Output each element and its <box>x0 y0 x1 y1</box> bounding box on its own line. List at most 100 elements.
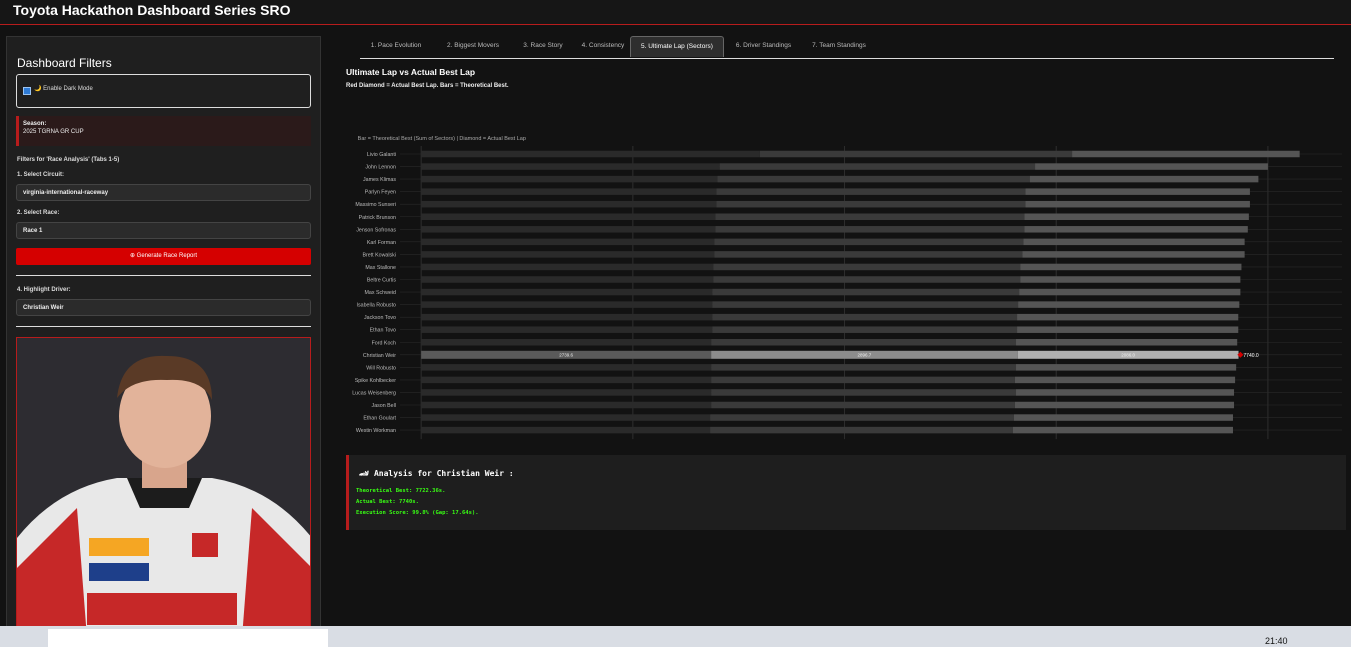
y-tick-label: Will Robusto <box>366 365 396 371</box>
y-tick-label: Westin Workman <box>356 428 396 434</box>
bar-segment <box>1029 175 1259 183</box>
circuit-select[interactable]: virginia-international-raceway <box>16 184 311 201</box>
tab-bar: 1. Pace Evolution 2. Biggest Movers 3. R… <box>360 36 1334 59</box>
y-tick-label: Max Stallone <box>365 265 396 271</box>
bar-segment <box>421 213 716 220</box>
tab-biggest-movers[interactable]: 2. Biggest Movers <box>433 36 513 57</box>
y-tick-label: Ethan Goulart <box>363 416 396 422</box>
divider <box>16 326 311 327</box>
bar-segment <box>713 263 1021 271</box>
driver-select[interactable]: Christian Weir <box>16 299 311 316</box>
bar-segment <box>421 426 711 434</box>
bar-segment <box>1019 288 1241 296</box>
bar-segment <box>715 213 1025 220</box>
bar-segment <box>421 401 712 409</box>
driver-photo <box>16 337 311 637</box>
app-header: Toyota Hackathon Dashboard Series SRO <box>0 0 1351 25</box>
tab-ultimate-lap[interactable]: 5. Ultimate Lap (Sectors) <box>630 36 724 57</box>
circuit-label: 1. Select Circuit: <box>17 172 65 178</box>
y-tick-label: Patrick Brunson <box>359 215 396 221</box>
bar-segment <box>1017 326 1239 333</box>
bar-segment <box>759 150 1073 158</box>
y-tick-label: Jackson Tovo <box>364 315 396 321</box>
tab-race-story[interactable]: 3. Race Story <box>514 36 572 57</box>
y-tick-label: Parlyn Feyen <box>365 190 396 196</box>
season-label: Season: <box>23 121 47 127</box>
y-tick-label: Christian Weir <box>363 353 396 359</box>
bar-segment <box>712 326 1018 333</box>
os-taskbar: 21:40 <box>0 626 1351 647</box>
bar-segment <box>421 150 760 158</box>
bar-segment <box>1024 213 1249 220</box>
tab-pace-evolution[interactable]: 1. Pace Evolution <box>360 36 432 57</box>
bar-segment <box>421 389 712 396</box>
bar-segment <box>421 376 712 384</box>
analysis-title: 🏎 Analysis for Christian Weir : <box>359 469 514 478</box>
tab-team-standings[interactable]: 7. Team Standings <box>804 36 874 57</box>
y-tick-label: Jenson Sofronas <box>356 227 396 233</box>
bar-segment <box>421 288 713 296</box>
sidebar-title: Dashboard Filters <box>17 56 112 70</box>
bar-value-label: 2739.6 <box>559 353 573 358</box>
tab-driver-standings[interactable]: 6. Driver Standings <box>726 36 801 57</box>
analysis-actual: Actual Best: 7740s. <box>356 499 419 505</box>
ultimate-lap-chart: Bar = Theoretical Best (Sum of Sectors) … <box>352 136 1342 440</box>
dark-mode-checkbox[interactable] <box>23 87 31 95</box>
bar-segment <box>717 175 1030 183</box>
chart-subtitle: Red Diamond = Actual Best Lap. Bars = Th… <box>346 83 509 89</box>
bar-segment <box>421 200 717 208</box>
y-tick-label: Spike Kohlbecker <box>355 378 396 384</box>
bar-segment <box>711 389 1017 396</box>
y-tick-label: Max Schweid <box>365 290 397 296</box>
bar-segment <box>1025 200 1250 208</box>
bar-segment <box>713 276 1021 283</box>
bar-segment <box>716 188 1026 195</box>
analysis-execution: Execution Score: 99.8% (Gap: 17.64s). <box>356 510 479 516</box>
season-box: Season: 2025 TGRNA GR CUP <box>16 116 311 146</box>
bar-segment <box>421 175 718 183</box>
bar-segment <box>714 238 1024 246</box>
driver-label: 4. Highlight Driver: <box>17 287 71 293</box>
bar-segment <box>714 251 1023 258</box>
y-tick-label: Brett Kowalski <box>362 252 396 258</box>
tab-consistency[interactable]: 4. Consistency <box>573 36 633 57</box>
y-tick-label: Livio Galanti <box>367 152 396 158</box>
bar-segment <box>712 313 1018 321</box>
generate-report-button[interactable]: ⊕ Generate Race Report <box>16 248 311 265</box>
y-tick-label: Ford Koch <box>372 340 396 346</box>
bar-value-label: 2896.7 <box>858 353 872 358</box>
bar-segment <box>716 200 1026 208</box>
bar-segment <box>1016 364 1237 371</box>
bar-segment <box>1014 401 1235 409</box>
bar-segment <box>1022 251 1245 258</box>
y-tick-label: James Klimas <box>363 177 396 183</box>
bar-segment <box>1017 313 1239 321</box>
bar-segment <box>719 163 1036 170</box>
bar-segment <box>1013 414 1233 421</box>
analysis-theoretical: Theoretical Best: 7722.36s. <box>356 488 446 494</box>
bar-segment <box>1025 188 1250 195</box>
y-tick-label: Isabella Robusto <box>357 303 397 309</box>
actual-best-label: 7740.0 <box>1243 353 1259 359</box>
race-select[interactable]: Race 1 <box>16 222 311 239</box>
chart-title: Ultimate Lap vs Actual Best Lap <box>346 67 476 77</box>
bar-segment <box>421 313 713 321</box>
bar-segment <box>1035 163 1268 170</box>
taskbar-search[interactable] <box>48 629 328 647</box>
y-tick-label: Beltre Curtis <box>367 278 396 284</box>
bar-segment <box>711 401 1015 409</box>
bar-segment <box>710 426 1013 434</box>
bar-segment <box>1023 238 1245 246</box>
race-label: 2. Select Race: <box>17 210 60 216</box>
y-tick-label: John Lennon <box>365 165 396 171</box>
y-tick-label: Jason Bell <box>372 403 396 409</box>
bar-segment <box>1020 263 1242 271</box>
bar-segment <box>421 301 713 308</box>
bar-segment <box>712 288 1020 296</box>
bar-segment <box>421 364 712 371</box>
bar-segment <box>710 414 1014 421</box>
bar-segment <box>715 226 1025 233</box>
bar-segment <box>711 339 1017 346</box>
y-tick-label: Karl Forman <box>367 240 396 246</box>
dark-mode-label: 🌙 Enable Dark Mode <box>34 86 93 92</box>
